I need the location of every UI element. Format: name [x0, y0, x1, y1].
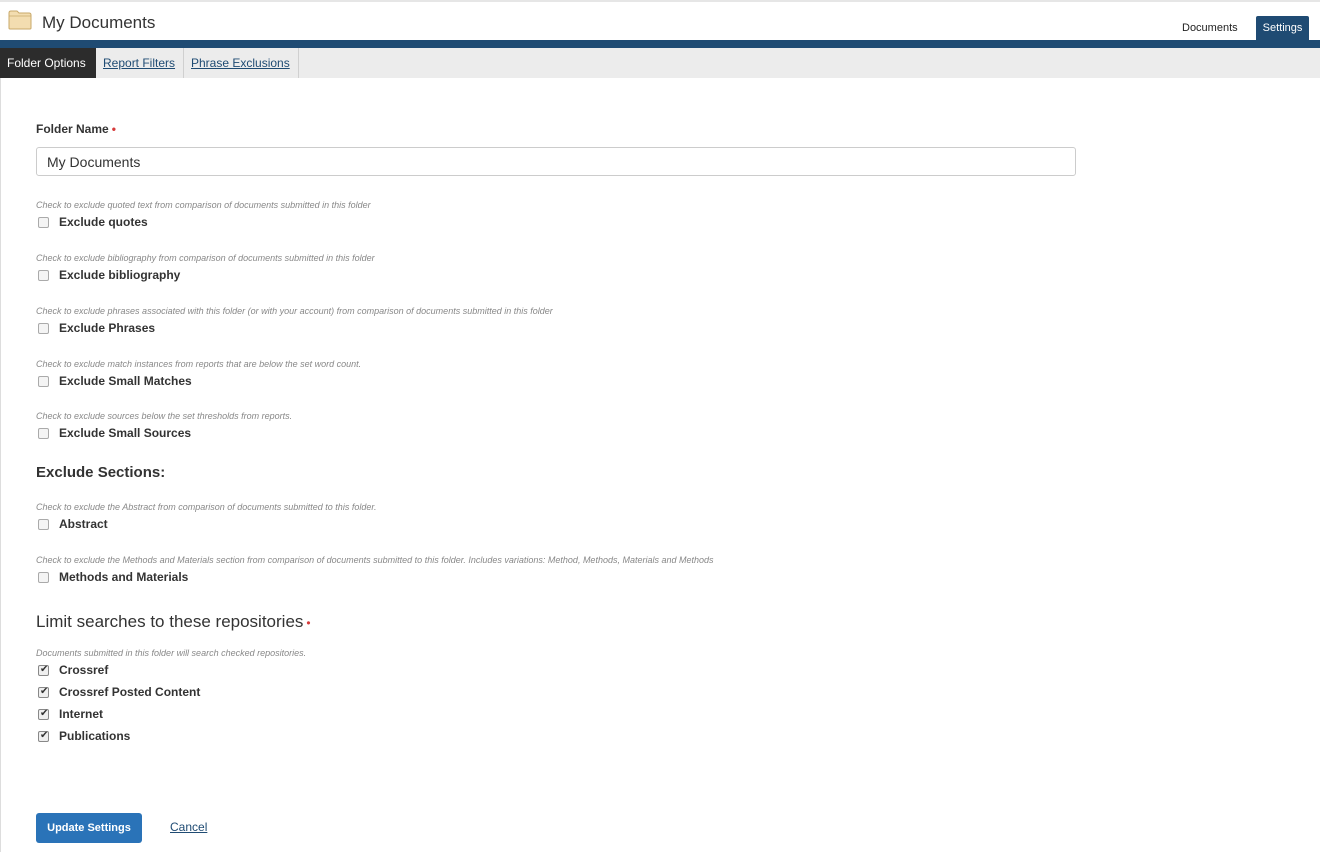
exclude-bibliography-hint: Check to exclude bibliography from compa… [36, 253, 375, 263]
exclude-quotes-label: Exclude quotes [59, 215, 148, 229]
folder-name-input[interactable] [36, 147, 1076, 176]
exclude-phrases-checkbox[interactable] [38, 322, 49, 334]
required-indicator: • [111, 122, 116, 136]
abstract-row[interactable]: Abstract [38, 516, 108, 532]
exclude-small-sources-row[interactable]: Exclude Small Sources [38, 425, 191, 441]
folder-name-label: Folder Name [36, 122, 109, 136]
folder-icon [8, 10, 32, 30]
subtab-report-filters[interactable]: Report Filters [96, 48, 184, 78]
subtab-phrase-exclusions[interactable]: Phrase Exclusions [184, 48, 299, 78]
repositories-heading: Limit searches to these repositories [36, 612, 304, 631]
exclude-small-sources-hint: Check to exclude sources below the set t… [36, 411, 293, 421]
repo-publications-label: Publications [59, 729, 131, 743]
abstract-hint: Check to exclude the Abstract from compa… [36, 502, 377, 512]
page-title: My Documents [42, 13, 156, 32]
exclude-small-sources-label: Exclude Small Sources [59, 426, 192, 440]
exclude-phrases-row[interactable]: Exclude Phrases [38, 320, 155, 336]
exclude-bibliography-checkbox[interactable] [38, 269, 49, 281]
folder-name-label-row: Folder Name • [36, 122, 116, 136]
exclude-small-matches-row[interactable]: Exclude Small Matches [38, 373, 192, 389]
repo-crossref-label: Crossref [59, 663, 109, 677]
exclude-small-matches-hint: Check to exclude match instances from re… [36, 359, 362, 369]
repo-internet-row[interactable]: ✔ Internet [38, 706, 103, 722]
exclude-small-matches-label: Exclude Small Matches [59, 374, 192, 388]
exclude-small-matches-checkbox[interactable] [38, 375, 49, 387]
exclude-bibliography-row[interactable]: Exclude bibliography [38, 267, 180, 283]
checkmark-icon: ✔ [40, 663, 49, 675]
subtab-bar: Folder Options Report Filters Phrase Exc… [0, 48, 1320, 78]
repo-internet-checkbox[interactable]: ✔ [38, 707, 49, 720]
repositories-hint: Documents submitted in this folder will … [36, 648, 307, 658]
repo-crossref-posted-checkbox[interactable]: ✔ [38, 685, 49, 698]
repositories-heading-row: Limit searches to these repositories • [36, 612, 311, 632]
exclude-phrases-label: Exclude Phrases [59, 321, 156, 335]
methods-materials-checkbox[interactable] [38, 571, 49, 583]
cancel-link[interactable]: Cancel [170, 820, 207, 834]
nav-bar [0, 40, 1320, 48]
exclude-quotes-hint: Check to exclude quoted text from compar… [36, 200, 371, 210]
repo-publications-checkbox[interactable]: ✔ [38, 729, 49, 742]
abstract-checkbox[interactable] [38, 518, 49, 530]
exclude-quotes-row[interactable]: Exclude quotes [38, 214, 148, 230]
exclude-bibliography-label: Exclude bibliography [59, 268, 181, 282]
header: My Documents Documents Settings [0, 2, 1320, 40]
required-indicator: • [306, 616, 311, 630]
repo-crossref-checkbox[interactable]: ✔ [38, 663, 49, 676]
repo-publications-row[interactable]: ✔ Publications [38, 728, 130, 744]
update-settings-button[interactable]: Update Settings [36, 813, 142, 843]
exclude-phrases-hint: Check to exclude phrases associated with… [36, 306, 553, 316]
repo-crossref-posted-row[interactable]: ✔ Crossref Posted Content [38, 684, 200, 700]
subtab-folder-options[interactable]: Folder Options [0, 48, 96, 78]
tab-documents[interactable]: Documents [1176, 16, 1244, 40]
content-border [0, 78, 1, 852]
repo-crossref-posted-label: Crossref Posted Content [59, 685, 201, 699]
exclude-sections-heading: Exclude Sections: [36, 464, 166, 481]
repo-internet-label: Internet [59, 707, 104, 721]
tab-settings[interactable]: Settings [1256, 16, 1309, 40]
abstract-label: Abstract [59, 517, 108, 531]
methods-materials-row[interactable]: Methods and Materials [38, 569, 188, 585]
exclude-quotes-checkbox[interactable] [38, 216, 49, 228]
checkmark-icon: ✔ [40, 707, 49, 719]
checkmark-icon: ✔ [40, 729, 49, 741]
exclude-small-sources-checkbox[interactable] [38, 427, 49, 439]
methods-materials-label: Methods and Materials [59, 570, 189, 584]
repo-crossref-row[interactable]: ✔ Crossref [38, 662, 108, 678]
checkmark-icon: ✔ [40, 685, 49, 697]
methods-materials-hint: Check to exclude the Methods and Materia… [36, 555, 714, 565]
